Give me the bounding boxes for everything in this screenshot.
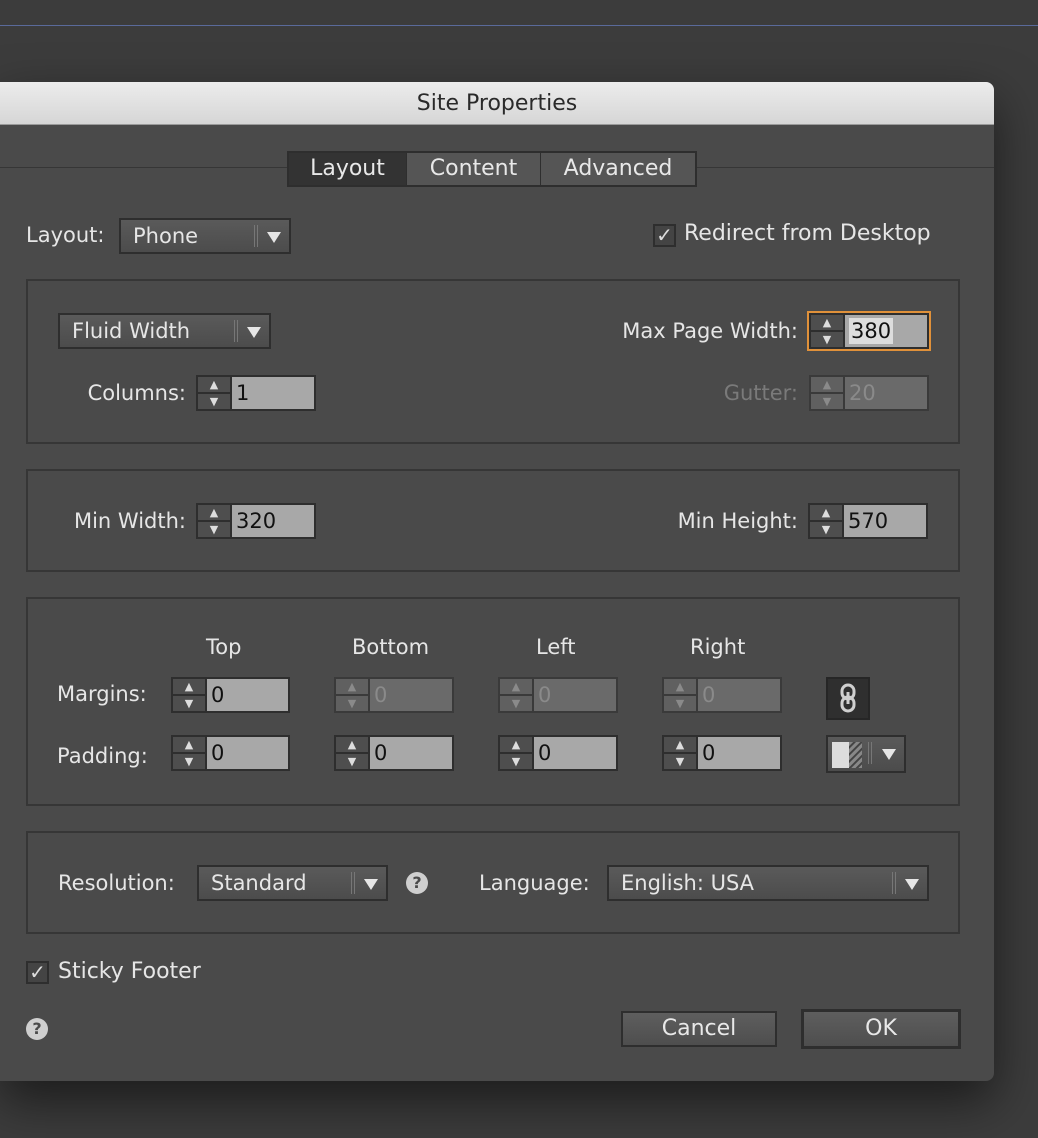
- padding-bottom-field[interactable]: ▲ ▼ 0: [334, 735, 454, 771]
- stepper[interactable]: ▲ ▼: [500, 737, 534, 769]
- spacing-panel: Top Bottom Left Right Margins: ▲ ▼ 0 ▲ ▼ 0 ▲…: [26, 597, 960, 806]
- padding-top-field[interactable]: ▲ ▼ 0: [171, 735, 290, 771]
- fill-swatch-icon: [832, 742, 862, 768]
- margin-left-field: ▲ ▼ 0: [498, 677, 618, 713]
- arrow-down-icon[interactable]: ▼: [198, 522, 230, 537]
- gutter-label: Gutter:: [723, 381, 798, 405]
- sticky-footer-label: Sticky Footer: [58, 959, 201, 984]
- arrow-down-icon: ▼: [675, 697, 685, 710]
- resolution-value: Standard: [211, 871, 307, 895]
- language-value: English: USA: [621, 871, 755, 895]
- tab-content[interactable]: Content: [406, 153, 540, 185]
- stepper[interactable]: ▲ ▼: [664, 737, 698, 769]
- arrow-up-icon: ▲: [500, 679, 532, 696]
- language-label: Language:: [479, 871, 590, 895]
- min-width-field[interactable]: ▲ ▼ 320: [196, 503, 316, 539]
- size-panel: Min Width: ▲ ▼ 320 Min Height: ▲ ▼ 570: [26, 469, 960, 572]
- help-icon[interactable]: ?: [406, 872, 428, 894]
- layout-dropdown[interactable]: Phone: [119, 218, 291, 254]
- header-right: Right: [690, 635, 746, 659]
- arrow-up-icon: ▲: [336, 679, 368, 696]
- header-top: Top: [206, 635, 242, 659]
- min-width-label: Min Width:: [73, 509, 186, 533]
- tab-layout[interactable]: Layout: [289, 153, 406, 185]
- width-mode-value: Fluid Width: [72, 319, 191, 343]
- resolution-label: Resolution:: [58, 871, 175, 895]
- arrow-up-icon[interactable]: ▲: [664, 737, 696, 754]
- chevron-down-icon: [364, 879, 378, 890]
- resolution-dropdown[interactable]: Standard: [197, 865, 388, 901]
- min-height-field[interactable]: ▲ ▼ 570: [808, 503, 928, 539]
- arrow-up-icon[interactable]: ▲: [336, 737, 368, 754]
- chevron-down-icon: [882, 749, 896, 760]
- padding-left-field[interactable]: ▲ ▼ 0: [498, 735, 618, 771]
- columns-label: Columns:: [87, 381, 186, 405]
- help-icon[interactable]: ?: [26, 1018, 48, 1040]
- stepper[interactable]: ▲ ▼: [336, 737, 370, 769]
- locale-panel: Resolution: Standard ? Language: English…: [26, 831, 960, 934]
- dialog-title: Site Properties: [0, 82, 994, 125]
- site-properties-dialog: Site Properties Layout Content Advanced …: [0, 82, 994, 1081]
- fill-swatch-dropdown[interactable]: [826, 735, 906, 773]
- arrow-up-icon[interactable]: ▲: [198, 377, 230, 394]
- stepper[interactable]: ▲ ▼: [173, 679, 207, 711]
- ok-button[interactable]: OK: [801, 1009, 961, 1049]
- min-height-label: Min Height:: [677, 509, 798, 533]
- max-page-width-label: Max Page Width:: [622, 319, 798, 343]
- gutter-field: ▲ ▼ 20: [809, 375, 929, 411]
- max-page-width-field[interactable]: ▲ ▼ 380: [807, 311, 931, 351]
- redirect-label: Redirect from Desktop: [684, 221, 931, 246]
- arrow-down-icon[interactable]: ▼: [173, 754, 205, 769]
- arrow-up-icon[interactable]: ▲: [500, 737, 532, 754]
- arrow-up-icon: ▲: [811, 377, 843, 394]
- arrow-down-icon[interactable]: ▼: [198, 394, 230, 409]
- arrow-up-icon: ▲: [664, 679, 696, 696]
- chevron-down-icon: [247, 327, 261, 338]
- stepper[interactable]: ▲ ▼: [198, 377, 232, 409]
- margin-right-field: ▲ ▼ 0: [662, 677, 782, 713]
- stepper[interactable]: ▲ ▼: [198, 505, 232, 537]
- columns-field[interactable]: ▲ ▼ 1: [196, 375, 316, 411]
- arrow-up-icon[interactable]: ▲: [173, 737, 205, 754]
- redirect-checkbox[interactable]: ✓: [653, 224, 676, 247]
- arrow-down-icon[interactable]: ▼: [810, 522, 842, 537]
- header-left: Left: [536, 635, 576, 659]
- width-panel: Fluid Width Max Page Width: ▲ ▼ 380 Column…: [26, 279, 960, 444]
- language-dropdown[interactable]: English: USA: [607, 865, 929, 901]
- arrow-up-icon[interactable]: ▲: [810, 505, 842, 522]
- link-margins-button[interactable]: [826, 677, 870, 720]
- chevron-down-icon: [267, 232, 281, 243]
- tab-bar: Layout Content Advanced: [287, 151, 697, 187]
- stepper[interactable]: ▲ ▼: [173, 737, 207, 769]
- chevron-down-icon: [905, 879, 919, 890]
- chain-link-icon: [840, 683, 856, 713]
- arrow-down-icon: ▼: [822, 395, 832, 408]
- sticky-footer-checkbox[interactable]: ✓: [26, 961, 49, 984]
- arrow-down-icon[interactable]: ▼: [811, 332, 843, 347]
- arrow-down-icon[interactable]: ▼: [500, 754, 532, 769]
- arrow-up-icon[interactable]: ▲: [811, 315, 843, 332]
- arrow-up-icon[interactable]: ▲: [173, 679, 205, 696]
- tab-advanced[interactable]: Advanced: [540, 153, 695, 185]
- arrow-down-icon: ▼: [347, 697, 357, 710]
- arrow-down-icon[interactable]: ▼: [173, 696, 205, 711]
- arrow-down-icon: ▼: [511, 697, 521, 710]
- stepper[interactable]: ▲ ▼: [811, 315, 845, 347]
- arrow-down-icon[interactable]: ▼: [336, 754, 368, 769]
- window-divider: [0, 25, 1038, 26]
- header-bottom: Bottom: [352, 635, 430, 659]
- width-mode-dropdown[interactable]: Fluid Width: [58, 313, 271, 349]
- arrow-up-icon[interactable]: ▲: [198, 505, 230, 522]
- stepper[interactable]: ▲ ▼: [810, 505, 844, 537]
- margin-bottom-field: ▲ ▼ 0: [334, 677, 454, 713]
- margins-label: Margins:: [57, 682, 147, 706]
- arrow-down-icon[interactable]: ▼: [664, 754, 696, 769]
- layout-label: Layout:: [26, 223, 105, 247]
- padding-right-field[interactable]: ▲ ▼ 0: [662, 735, 782, 771]
- cancel-button[interactable]: Cancel: [621, 1011, 777, 1047]
- margin-top-field[interactable]: ▲ ▼ 0: [171, 677, 290, 713]
- layout-value: Phone: [133, 224, 199, 248]
- padding-label: Padding:: [57, 744, 148, 768]
